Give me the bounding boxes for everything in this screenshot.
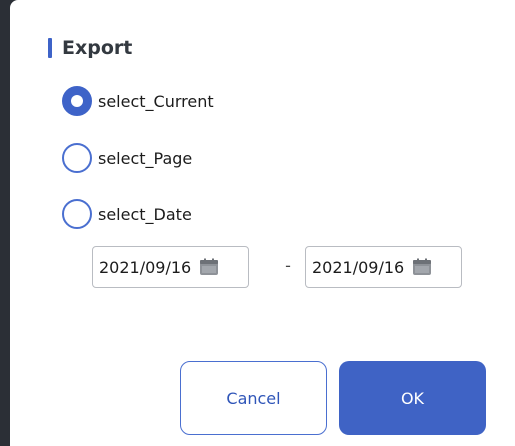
option-label: select_Date [98, 204, 192, 224]
title-accent-bar [48, 38, 52, 58]
radio-dot [71, 95, 83, 107]
start-date-field[interactable]: 2021/09/16 [92, 246, 249, 288]
option-select-current[interactable]: select_Current [62, 83, 214, 119]
start-date-value: 2021/09/16 [99, 257, 192, 277]
dialog-title: Export [48, 35, 132, 61]
option-label: select_Current [98, 91, 214, 111]
radio-button[interactable] [62, 199, 92, 229]
end-date-value: 2021/09/16 [312, 257, 405, 277]
option-select-page[interactable]: select_Page [62, 140, 192, 176]
radio-button[interactable] [62, 143, 92, 173]
option-label: select_Page [98, 148, 193, 168]
calendar-icon[interactable] [412, 258, 432, 276]
end-date-field[interactable]: 2021/09/16 [305, 246, 462, 288]
cancel-button[interactable]: Cancel [180, 361, 327, 435]
ok-button[interactable]: OK [339, 361, 486, 435]
export-dialog: Export select_Current select_Page select… [10, 0, 515, 446]
option-select-date[interactable]: select_Date [62, 196, 192, 232]
calendar-icon[interactable] [199, 258, 219, 276]
dialog-title-text: Export [62, 37, 133, 59]
date-range-separator: - [285, 256, 291, 275]
radio-button-checked[interactable] [62, 86, 92, 116]
